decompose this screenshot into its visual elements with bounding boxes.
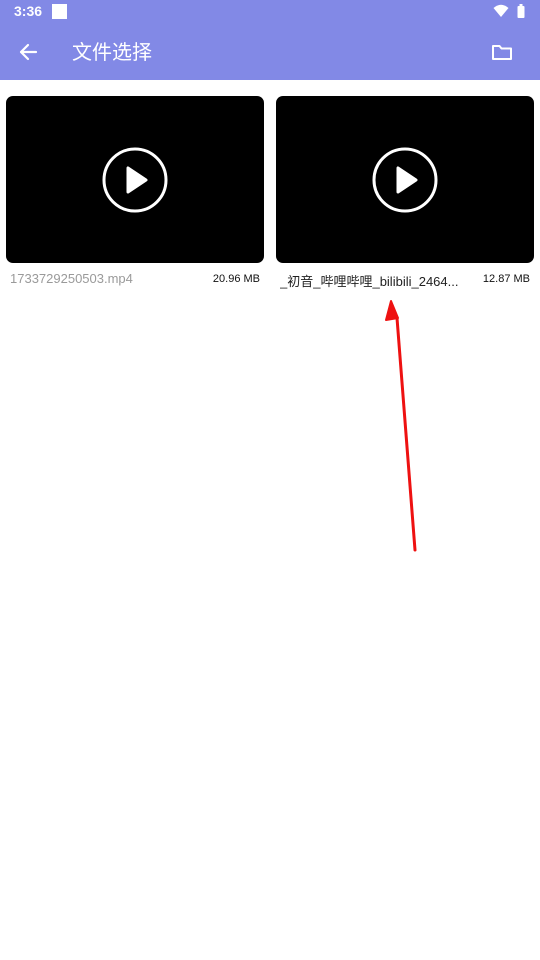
video-thumbnail[interactable]: [276, 96, 534, 263]
notification-square-icon: [52, 4, 67, 19]
app-bar: 3:36 文件选择: [0, 0, 540, 80]
battery-icon: [517, 4, 525, 18]
video-thumbnail[interactable]: [6, 96, 264, 263]
video-file-card[interactable]: _初音_哔哩哔哩_bilibili_2464... 12.87 MB: [276, 96, 534, 292]
status-bar: 3:36: [0, 0, 540, 24]
file-name: 1733729250503.mp4: [10, 271, 133, 286]
folder-icon: [492, 45, 512, 60]
back-button[interactable]: [10, 36, 46, 68]
wifi-icon: [493, 4, 509, 17]
page-title: 文件选择: [72, 40, 152, 64]
video-file-card[interactable]: 1733729250503.mp4 20.96 MB: [6, 96, 264, 292]
file-name: _初音_哔哩哔哩_bilibili_2464...: [280, 274, 459, 289]
play-icon: [372, 147, 438, 212]
status-time: 3:36: [14, 3, 43, 19]
play-icon: [102, 147, 168, 212]
file-size: 20.96 MB: [212, 273, 260, 285]
folder-button[interactable]: [484, 36, 520, 68]
file-size: 12.87 MB: [482, 273, 530, 285]
back-arrow-icon: [19, 43, 38, 61]
